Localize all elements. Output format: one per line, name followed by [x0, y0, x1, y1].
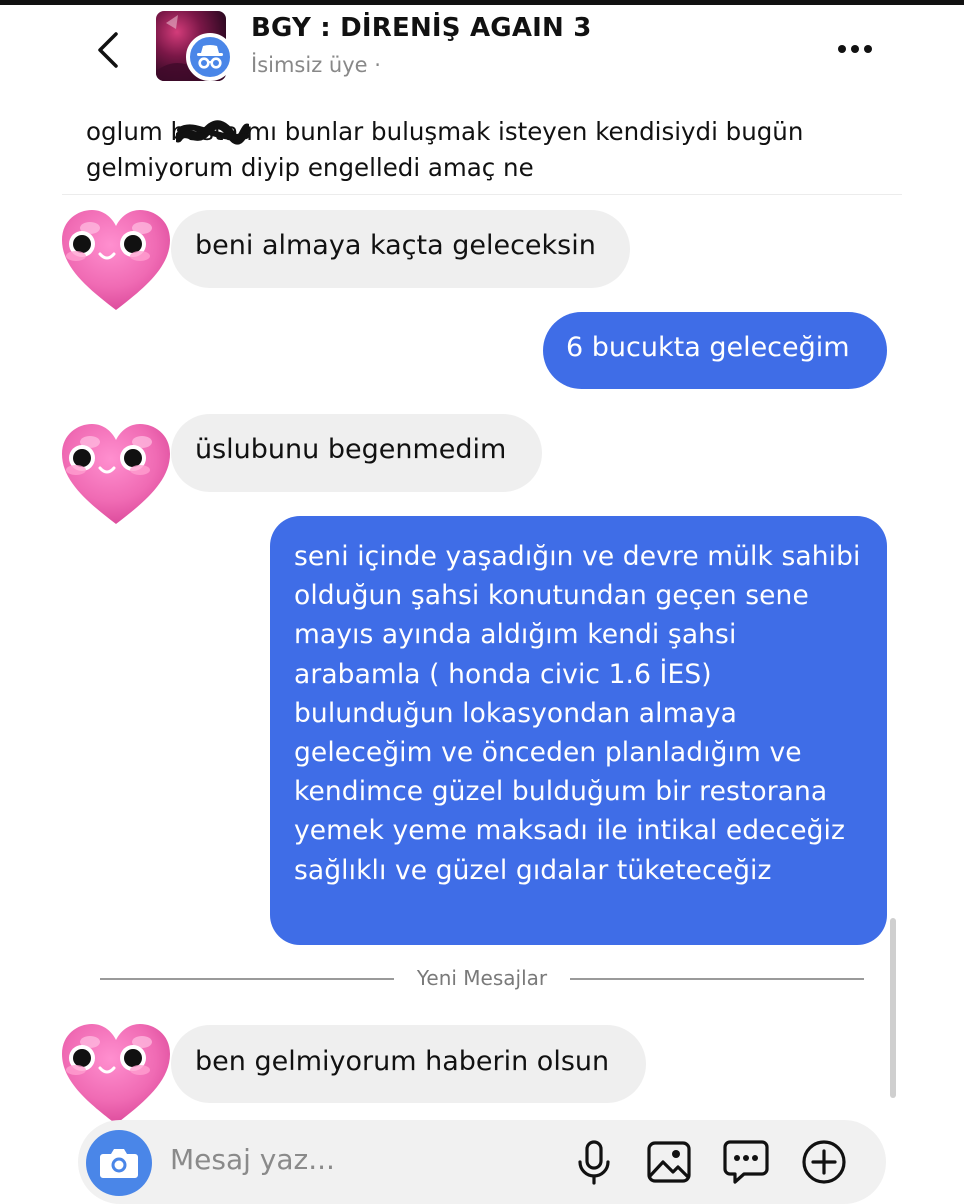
camera-button[interactable] — [86, 1130, 152, 1196]
scrollbar[interactable] — [890, 918, 896, 1098]
more-options-icon[interactable] — [835, 38, 875, 60]
gallery-icon[interactable] — [645, 1138, 693, 1186]
outgoing-message[interactable]: 6 bucukta geleceğim — [543, 312, 887, 389]
outgoing-message[interactable]: seni içinde yaşadığın ve devre mülk sahi… — [270, 516, 887, 945]
microphone-icon[interactable] — [570, 1138, 618, 1186]
sticker-icon[interactable] — [722, 1138, 770, 1186]
message-input[interactable]: Mesaj yaz... — [170, 1143, 335, 1176]
incoming-message[interactable]: beni almaya kaçta geleceksin — [171, 210, 630, 288]
conversation-subtitle: İsimsiz üye · — [251, 53, 381, 77]
incoming-message[interactable]: ben gelmiyorum haberin olsun — [171, 1025, 646, 1103]
status-bar-edge — [0, 0, 964, 5]
heart-avatar-icon[interactable] — [60, 422, 172, 526]
incoming-message[interactable]: üslubunu begenmedim — [171, 414, 542, 492]
conversation-title[interactable]: BGY : DİRENİŞ AGAIN 3 — [251, 13, 592, 43]
incognito-icon — [186, 33, 234, 81]
heart-avatar-icon[interactable] — [60, 1022, 172, 1126]
new-messages-divider: Yeni Mesajlar — [416, 966, 548, 990]
divider-line-right — [570, 978, 864, 980]
camera-icon — [100, 1149, 138, 1178]
back-chevron-icon[interactable] — [94, 30, 124, 70]
censor-scribble — [176, 120, 249, 145]
heart-avatar-icon[interactable] — [60, 208, 172, 312]
plus-icon[interactable] — [800, 1138, 848, 1186]
pinned-separator — [62, 194, 902, 195]
divider-line-left — [100, 978, 394, 980]
